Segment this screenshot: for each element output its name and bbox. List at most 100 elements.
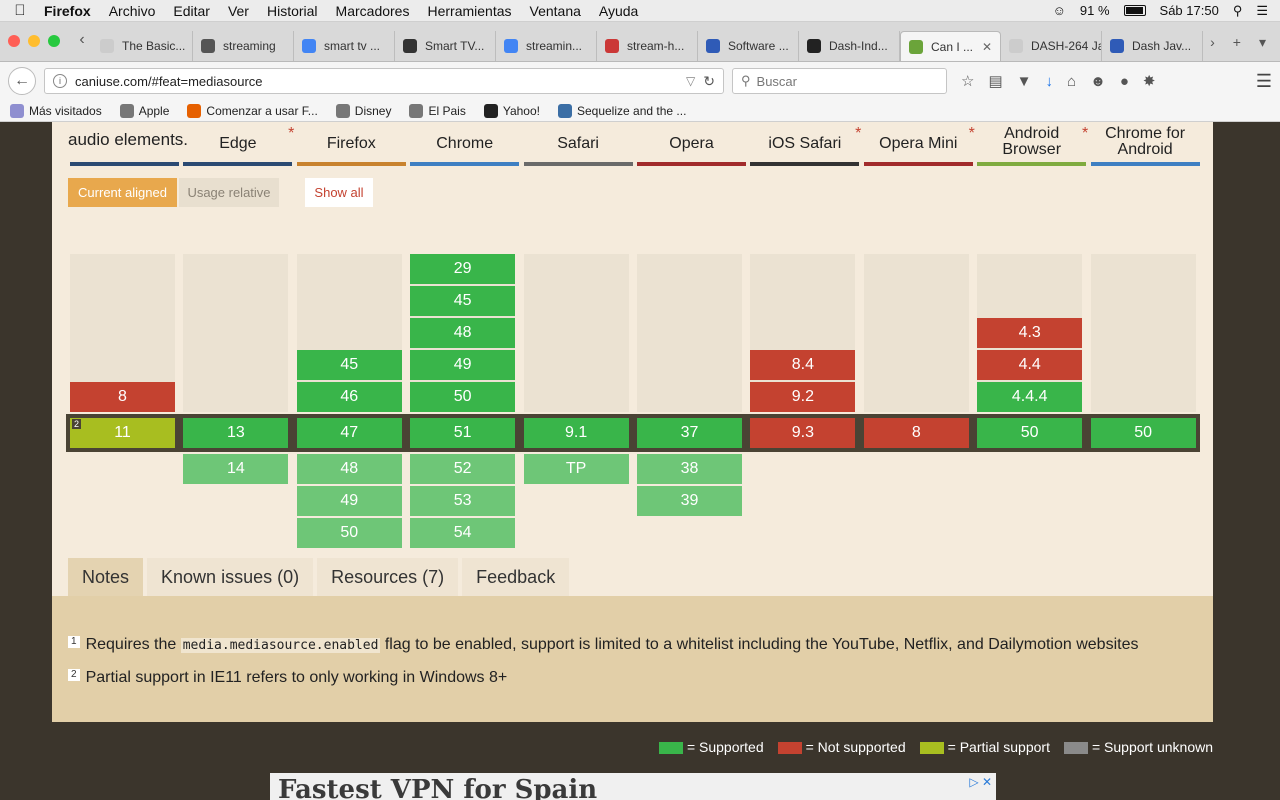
spotlight-search-icon[interactable]: ⚲: [1233, 3, 1243, 19]
future-version-cell[interactable]: 52: [410, 454, 516, 484]
version-cell[interactable]: 4.4.4: [977, 382, 1083, 412]
future-version-cell[interactable]: 48: [296, 454, 402, 484]
emoji-icon[interactable]: ☻: [1090, 73, 1106, 90]
future-version-cell[interactable]: 54: [410, 518, 516, 548]
notification-center-icon[interactable]: ☰: [1256, 3, 1268, 19]
wifi-icon[interactable]: ☺: [1053, 3, 1066, 18]
tab-known-issues[interactable]: Known issues (0): [147, 558, 314, 596]
close-tab-icon[interactable]: ✕: [982, 40, 992, 54]
browser-tab[interactable]: The Basic...: [92, 31, 193, 61]
version-cell[interactable]: 50: [410, 382, 516, 412]
browser-tab[interactable]: streamin...: [496, 31, 597, 61]
bookmark-item[interactable]: El Pais: [409, 103, 466, 118]
current-version-cell[interactable]: 51: [410, 418, 516, 448]
menu-ventana[interactable]: Ventana: [521, 3, 590, 19]
version-cell[interactable]: 4.3: [977, 318, 1083, 348]
future-version-cell[interactable]: 50: [296, 518, 402, 548]
zoom-window-button[interactable]: [48, 35, 60, 47]
new-tab-icon[interactable]: +: [1233, 34, 1241, 51]
browser-tab[interactable]: DASH-264 Ja...: [1001, 31, 1102, 61]
menu-historial[interactable]: Historial: [258, 3, 327, 19]
scroll-tabs-left-icon[interactable]: ‹: [72, 31, 92, 61]
current-version-cell[interactable]: 50: [1090, 418, 1196, 448]
tab-feedback[interactable]: Feedback: [462, 558, 570, 596]
advertisement-banner[interactable]: Fastest VPN for Spain ▷ ✕: [270, 773, 996, 800]
url-dropdown-icon[interactable]: ▽: [686, 74, 695, 88]
battery-icon[interactable]: [1123, 5, 1146, 16]
apple-icon[interactable]: : [0, 2, 40, 19]
future-version-cell[interactable]: TP: [523, 454, 629, 484]
browser-tab[interactable]: Dash Jav...: [1102, 31, 1203, 61]
tab-notes[interactable]: Notes: [68, 558, 144, 596]
version-cell[interactable]: 45: [410, 286, 516, 316]
future-version-cell[interactable]: 53: [410, 486, 516, 516]
adblock-icon[interactable]: ●: [1120, 73, 1129, 90]
version-cell[interactable]: 29: [410, 254, 516, 284]
show-all-button[interactable]: Show all: [305, 178, 373, 207]
menu-app-name[interactable]: Firefox: [40, 3, 100, 19]
version-cell[interactable]: 4.4: [977, 350, 1083, 380]
menu-ver[interactable]: Ver: [219, 3, 258, 19]
url-text[interactable]: caniuse.com/#feat=mediasource: [75, 74, 263, 89]
version-cell[interactable]: 48: [410, 318, 516, 348]
minimize-window-button[interactable]: [28, 35, 40, 47]
browser-tab[interactable]: Smart TV...: [395, 31, 496, 61]
future-version-cell[interactable]: 49: [296, 486, 402, 516]
bookmark-item[interactable]: Disney: [335, 103, 391, 118]
current-version-cell[interactable]: 9.1: [523, 418, 629, 448]
current-version-cell[interactable]: 13: [183, 418, 289, 448]
scroll-tabs-right-icon[interactable]: ›: [1210, 34, 1215, 51]
future-version-cell[interactable]: 39: [637, 486, 742, 516]
future-version-cell[interactable]: 38: [637, 454, 742, 484]
version-cell[interactable]: 8.4: [750, 350, 856, 380]
version-cell[interactable]: 9.2: [750, 382, 856, 412]
pocket-icon[interactable]: ▼: [1017, 73, 1032, 90]
bookmark-item[interactable]: Yahoo!: [483, 103, 540, 118]
current-version-cell[interactable]: 8: [863, 418, 969, 448]
menu-editar[interactable]: Editar: [164, 3, 219, 19]
ad-text[interactable]: Fastest VPN for Spain: [278, 775, 597, 800]
current-version-cell[interactable]: 9.3: [750, 418, 856, 448]
menu-herramientas[interactable]: Herramientas: [418, 3, 520, 19]
list-all-tabs-icon[interactable]: ▾: [1259, 34, 1266, 51]
browser-tab[interactable]: streaming: [193, 31, 294, 61]
bookmark-star-icon[interactable]: ☆: [961, 72, 974, 90]
search-field[interactable]: ⚲ Buscar: [732, 68, 947, 94]
bookmark-item[interactable]: Sequelize and the ...: [557, 103, 686, 118]
downloads-icon[interactable]: ↓: [1046, 73, 1054, 90]
current-version-cell[interactable]: 50: [977, 418, 1083, 448]
menu-archivo[interactable]: Archivo: [100, 3, 165, 19]
extension-icon[interactable]: ✸: [1143, 72, 1156, 90]
tab-resources[interactable]: Resources (7): [317, 558, 459, 596]
browser-tab[interactable]: Can I ... ✕: [900, 31, 1001, 61]
version-cell[interactable]: 8: [70, 382, 175, 412]
bookmark-item[interactable]: Más visitados: [10, 103, 102, 118]
version-cell[interactable]: 45: [296, 350, 402, 380]
browser-tab[interactable]: Software ...: [698, 31, 799, 61]
battery-percent[interactable]: 91 %: [1080, 3, 1110, 18]
future-version-cell[interactable]: 14: [183, 454, 289, 484]
current-version-cell[interactable]: 37: [637, 418, 742, 448]
menu-marcadores[interactable]: Marcadores: [327, 3, 419, 19]
bookmark-item[interactable]: Apple: [119, 103, 169, 118]
menu-ayuda[interactable]: Ayuda: [590, 3, 647, 19]
browser-tab[interactable]: Dash-Ind...: [799, 31, 900, 61]
reload-icon[interactable]: ↻: [703, 73, 715, 90]
url-bar[interactable]: i caniuse.com/#feat=mediasource ▽ ↻: [44, 68, 724, 94]
current-version-cell[interactable]: 47: [296, 418, 402, 448]
reading-list-icon[interactable]: ▤: [988, 72, 1002, 90]
close-window-button[interactable]: [8, 35, 20, 47]
browser-tab[interactable]: stream-h...: [597, 31, 698, 61]
home-icon[interactable]: ⌂: [1067, 73, 1076, 90]
site-info-icon[interactable]: i: [53, 74, 67, 88]
browser-tab[interactable]: smart tv ...: [294, 31, 395, 61]
back-button[interactable]: ←: [8, 67, 36, 95]
version-cell[interactable]: 49: [410, 350, 516, 380]
current-aligned-button[interactable]: Current aligned: [68, 178, 177, 207]
open-menu-icon[interactable]: ☰: [1256, 71, 1272, 92]
version-cell[interactable]: 46: [296, 382, 402, 412]
usage-relative-button[interactable]: Usage relative: [179, 178, 279, 207]
ad-close-icon[interactable]: ▷ ✕: [969, 775, 992, 789]
bookmark-item[interactable]: Comenzar a usar F...: [187, 103, 318, 118]
current-version-cell[interactable]: 11 2: [70, 418, 175, 448]
